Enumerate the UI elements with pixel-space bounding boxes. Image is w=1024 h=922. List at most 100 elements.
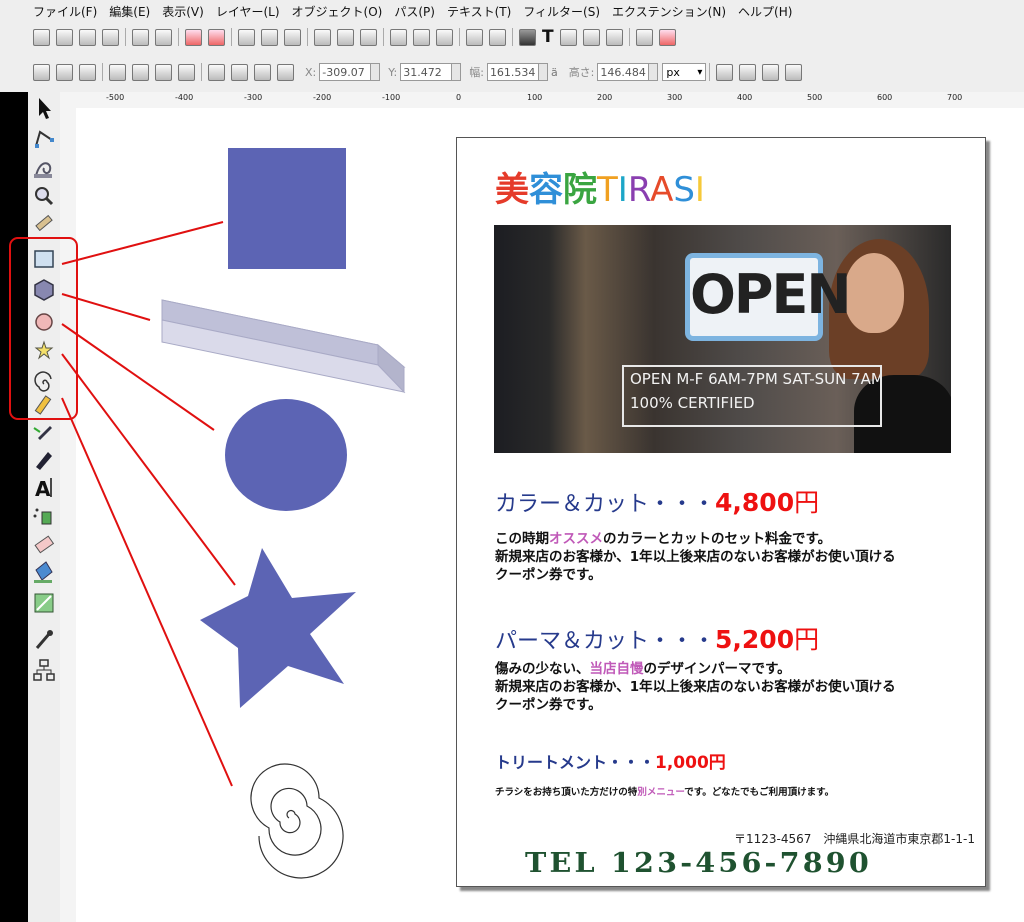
paste-icon[interactable]: [284, 28, 301, 46]
open-folder-icon[interactable]: [56, 28, 73, 46]
menu-help[interactable]: ヘルプ(H): [732, 3, 798, 20]
spray-icon[interactable]: [33, 508, 52, 525]
separator: [512, 28, 513, 46]
width-field[interactable]: 161.534: [486, 63, 539, 81]
desc-text: 新規来店のお客様か、1年以上後来店のないお客様がお使い頂ける: [495, 549, 896, 565]
print-icon[interactable]: [102, 28, 119, 46]
group-icon[interactable]: [466, 28, 483, 46]
transform-patterns-icon[interactable]: [785, 63, 803, 81]
ruler-label: 300: [667, 93, 683, 102]
section-perm-cut-heading: パーマ＆カット・・・5,200円: [495, 620, 819, 656]
unit-select[interactable]: px: [662, 63, 707, 82]
gradient-icon[interactable]: [34, 593, 54, 613]
select-all-layers-icon[interactable]: [56, 63, 73, 81]
object-properties-icon[interactable]: [605, 28, 623, 46]
yen-unit: 円: [794, 488, 820, 517]
separator: [459, 28, 460, 46]
eraser-icon[interactable]: [34, 535, 55, 554]
copy-icon[interactable]: [238, 28, 255, 46]
rotate-cw-icon[interactable]: [132, 63, 149, 81]
zoom-page-icon[interactable]: [360, 28, 377, 46]
dropper-icon[interactable]: [35, 630, 53, 649]
tweak-icon[interactable]: [34, 162, 52, 178]
menu-file[interactable]: ファイル(F): [0, 3, 103, 20]
menu-layer[interactable]: レイヤー(L): [210, 3, 286, 20]
cut-icon[interactable]: [261, 28, 278, 46]
unlink-clone-icon[interactable]: [436, 28, 453, 46]
measure-icon[interactable]: [35, 214, 53, 232]
x-spinner[interactable]: [371, 63, 381, 81]
selector-arrow-icon[interactable]: [39, 98, 51, 119]
select-all-icon[interactable]: [33, 63, 50, 81]
note-text: です。どなたでもご利用頂けます。: [684, 787, 835, 798]
flyer-page[interactable]: 美容院TIRASI OPEN OPEN M-F 6AM-7PM SAT-SUN …: [456, 137, 986, 887]
menu-object[interactable]: オブジェクト(O): [286, 3, 389, 20]
height-label: 高さ:: [568, 66, 595, 79]
menu-text[interactable]: テキスト(T): [441, 3, 517, 20]
new-document-icon[interactable]: [33, 28, 50, 46]
text-font-icon[interactable]: T: [542, 27, 554, 47]
transform-gradients-icon[interactable]: [762, 63, 780, 81]
lock-ratio-icon[interactable]: ä: [551, 66, 558, 79]
xml-editor-icon[interactable]: [559, 28, 577, 46]
import-icon[interactable]: [132, 28, 149, 46]
desc-text: 傷みの少ない、: [495, 661, 590, 677]
y-spinner[interactable]: [452, 63, 462, 81]
spiral-icon[interactable]: [34, 371, 52, 392]
separator: [201, 63, 202, 81]
zoom-icon[interactable]: [35, 187, 54, 206]
height-spinner[interactable]: [649, 63, 659, 81]
lower-icon[interactable]: [254, 63, 271, 81]
rotate-ccw-icon[interactable]: [109, 63, 126, 81]
menu-extensions[interactable]: エクステンション(N): [606, 3, 732, 20]
connector-icon[interactable]: [33, 659, 55, 681]
deselect-icon[interactable]: [79, 63, 96, 81]
menu-view[interactable]: 表示(V): [156, 3, 210, 20]
menu-edit[interactable]: 編集(E): [103, 3, 156, 20]
title-char: R: [627, 170, 651, 210]
scale-corners-icon[interactable]: [739, 63, 757, 81]
scale-stroke-icon[interactable]: [716, 63, 734, 81]
pen-icon[interactable]: [33, 426, 52, 440]
document-properties-icon[interactable]: [658, 28, 676, 46]
ruler-label: -400: [175, 93, 194, 102]
section-perm-cut-desc: 傷みの少ない、当店自慢のデザインパーマです。 新規来店のお客様か、1年以上後来店…: [495, 660, 896, 714]
menu-path[interactable]: パス(P): [388, 3, 441, 20]
undo-icon[interactable]: [185, 28, 202, 46]
horizontal-ruler: -500 -400 -300 -200 -100 0 100 200 300 4…: [76, 92, 1024, 109]
x-field[interactable]: -309.07: [319, 63, 372, 81]
clone-icon[interactable]: [413, 28, 430, 46]
paint-bucket-icon[interactable]: [34, 561, 53, 583]
calligraphy-icon[interactable]: [36, 452, 52, 470]
align-distribute-icon[interactable]: [582, 28, 600, 46]
preferences-icon[interactable]: [635, 28, 653, 46]
save-icon[interactable]: [79, 28, 96, 46]
ellipse-icon[interactable]: [35, 313, 53, 331]
width-spinner[interactable]: [538, 63, 548, 81]
redo-icon[interactable]: [208, 28, 225, 46]
box3d-icon[interactable]: [34, 279, 54, 301]
flip-vertical-icon[interactable]: [178, 63, 195, 81]
zoom-drawing-icon[interactable]: [337, 28, 354, 46]
raise-to-top-icon[interactable]: [208, 63, 225, 81]
menu-filter[interactable]: フィルター(S): [517, 3, 606, 20]
export-icon[interactable]: [155, 28, 172, 46]
separator: [178, 28, 179, 46]
desc-text: のカラーとカットのセット料金です。: [603, 531, 832, 547]
desc-highlight: オススメ: [549, 531, 603, 547]
zoom-selection-icon[interactable]: [314, 28, 331, 46]
lower-to-bottom-icon[interactable]: [277, 63, 294, 81]
star-icon[interactable]: [34, 340, 54, 360]
pencil-icon[interactable]: [34, 395, 52, 415]
duplicate-icon[interactable]: [390, 28, 407, 46]
node-edit-icon[interactable]: [35, 130, 54, 148]
rectangle-icon[interactable]: [34, 250, 54, 268]
ungroup-icon[interactable]: [489, 28, 506, 46]
height-field[interactable]: 146.484: [597, 63, 650, 81]
raise-icon[interactable]: [231, 63, 248, 81]
flip-horizontal-icon[interactable]: [155, 63, 172, 81]
text-tool-icon[interactable]: A: [35, 477, 52, 501]
y-label: Y:: [388, 65, 398, 79]
fill-stroke-icon[interactable]: [519, 28, 536, 46]
y-field[interactable]: 31.472: [400, 63, 453, 81]
